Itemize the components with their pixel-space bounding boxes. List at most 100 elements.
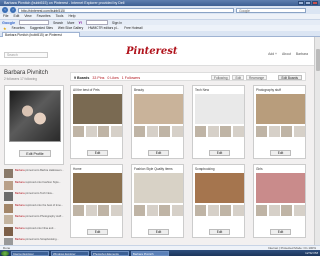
board-card[interactable]: Home Edit — [70, 164, 123, 238]
board-thumbnail[interactable] — [256, 205, 267, 216]
google-search-button[interactable]: Search — [53, 21, 63, 25]
minimize-button[interactable] — [298, 1, 304, 5]
pinterest-logo[interactable]: Pinterest — [126, 46, 177, 57]
board-thumbnail[interactable] — [146, 205, 158, 216]
board-cover-image[interactable] — [134, 173, 183, 203]
board-thumbnail[interactable] — [171, 126, 183, 137]
board-thumbnail[interactable] — [159, 126, 170, 137]
board-thumbnail[interactable] — [207, 205, 219, 216]
activity-user-link[interactable]: Barbara — [15, 238, 25, 241]
board-thumbnail[interactable] — [195, 205, 206, 216]
board-card[interactable]: Beauty Edit — [131, 85, 184, 159]
tab-followers[interactable]: 1 Followers — [122, 76, 140, 80]
activity-item[interactable]: Barbara repinned onto Nina and... — [4, 226, 64, 236]
back-button[interactable]: ‹ — [2, 7, 8, 13]
board-thumbnail[interactable] — [98, 205, 109, 216]
board-card[interactable]: Girls Edit — [253, 164, 306, 238]
activity-item[interactable]: Barbara pinned onto Photography stuff... — [4, 215, 64, 224]
favorites-button[interactable]: Favorites — [12, 26, 25, 30]
board-thumbnail[interactable] — [73, 205, 84, 216]
board-title[interactable]: Fashion Style Quality items — [134, 167, 183, 171]
board-thumbnail[interactable] — [110, 205, 122, 216]
board-cover-image[interactable] — [195, 94, 244, 124]
board-edit-button[interactable]: Edit — [270, 229, 291, 235]
activity-thumbnail[interactable] — [4, 226, 13, 236]
board-thumbnail[interactable] — [220, 205, 231, 216]
board-cover-image[interactable] — [134, 94, 183, 124]
board-thumbnail[interactable] — [256, 126, 267, 137]
activity-item[interactable]: Barbara pinned onto Scrapbooking... — [4, 238, 64, 245]
pinterest-search-input[interactable]: Search — [4, 52, 48, 58]
board-title[interactable]: Tech New — [195, 88, 244, 92]
board-thumbnail[interactable] — [159, 205, 170, 216]
board-thumbnail[interactable] — [134, 126, 145, 137]
activity-thumbnail[interactable] — [4, 203, 13, 213]
edit-profile-button[interactable]: Edit Profile — [19, 150, 51, 157]
board-thumbnail[interactable] — [171, 205, 183, 216]
board-card[interactable]: Fashion Style Quality items Edit — [131, 164, 184, 238]
board-thumbnail[interactable] — [268, 205, 280, 216]
maximize-button[interactable] — [305, 1, 311, 5]
activity-user-link[interactable]: Barbara — [15, 181, 25, 184]
board-edit-button[interactable]: Edit — [148, 150, 169, 156]
sign-in-link[interactable]: Sign In — [112, 21, 122, 25]
board-thumbnail[interactable] — [268, 126, 280, 137]
address-bar[interactable]: http://pinterest.com/bubb515/ — [18, 7, 234, 13]
board-card[interactable]: Tech New Edit — [192, 85, 245, 159]
scrollbar-thumb[interactable] — [316, 49, 320, 71]
avatar[interactable] — [9, 90, 61, 142]
favorites-item[interactable]: Free Hotmail — [124, 26, 142, 30]
board-title[interactable]: Girls — [256, 167, 305, 171]
board-thumbnail[interactable] — [281, 205, 292, 216]
board-thumbnail[interactable] — [281, 126, 292, 137]
tab-boards[interactable]: 9 Boards — [74, 76, 89, 80]
board-thumbnail[interactable] — [232, 205, 244, 216]
activity-thumbnail[interactable] — [4, 192, 13, 201]
edit-boards-button[interactable]: Edit Boards — [277, 74, 302, 80]
board-edit-button[interactable]: Edit — [87, 229, 108, 235]
board-edit-button[interactable]: Edit — [270, 150, 291, 156]
board-cover-image[interactable] — [73, 173, 122, 203]
board-thumbnail[interactable] — [98, 126, 109, 137]
nav-add[interactable]: Add + — [268, 52, 277, 56]
browser-search-box[interactable]: Google — [236, 7, 306, 13]
board-title[interactable]: All the best of Pets — [73, 88, 122, 92]
activity-thumbnail[interactable] — [4, 215, 13, 224]
activity-user-link[interactable]: Barbara — [15, 192, 25, 195]
activity-item[interactable]: Barbara repinned onto the best of time..… — [4, 203, 64, 213]
board-thumbnail[interactable] — [232, 126, 244, 137]
tab-likes[interactable]: 0 Likes — [107, 76, 118, 80]
board-card[interactable]: Photography stuff Edit — [253, 85, 306, 159]
board-thumbnail[interactable] — [85, 205, 97, 216]
favorites-item[interactable]: Web Slice Gallery — [58, 26, 83, 30]
start-button[interactable] — [1, 250, 9, 256]
board-cover-image[interactable] — [195, 173, 244, 203]
board-thumbnail[interactable] — [207, 126, 219, 137]
activity-user-link[interactable]: Barbara — [15, 204, 25, 207]
activity-thumbnail[interactable] — [4, 238, 13, 245]
close-button[interactable] — [312, 1, 318, 5]
board-title[interactable]: Scrapbooking — [195, 167, 244, 171]
activity-user-link[interactable]: Barbara — [15, 227, 25, 230]
activity-item[interactable]: Barbara repinned onto Fashion Style... — [4, 180, 64, 190]
board-card[interactable]: Scrapbooking Edit — [192, 164, 245, 238]
board-title[interactable]: Photography stuff — [256, 88, 305, 92]
board-cover-image[interactable] — [256, 94, 305, 124]
board-edit-button[interactable]: Edit — [209, 150, 230, 156]
board-edit-button[interactable]: Edit — [87, 150, 108, 156]
taskbar-item[interactable]: Windows Explorer — [51, 250, 89, 256]
rearrange-button[interactable]: Rearrange — [245, 74, 268, 80]
nav-about[interactable]: About — [282, 52, 291, 56]
board-thumbnail[interactable] — [195, 126, 206, 137]
board-edit-button[interactable]: Edit — [148, 229, 169, 235]
taskbar-item[interactable]: Photoshop Elements — [91, 250, 129, 256]
activity-thumbnail[interactable] — [4, 169, 13, 178]
nav-user[interactable]: Barbara — [296, 52, 308, 56]
board-thumbnail[interactable] — [134, 205, 145, 216]
activity-thumbnail[interactable] — [4, 180, 13, 190]
board-thumbnail[interactable] — [146, 126, 158, 137]
board-thumbnail[interactable] — [293, 126, 305, 137]
board-edit-button[interactable]: Edit — [209, 229, 230, 235]
board-thumbnail[interactable] — [293, 205, 305, 216]
board-cover-image[interactable] — [73, 94, 122, 124]
